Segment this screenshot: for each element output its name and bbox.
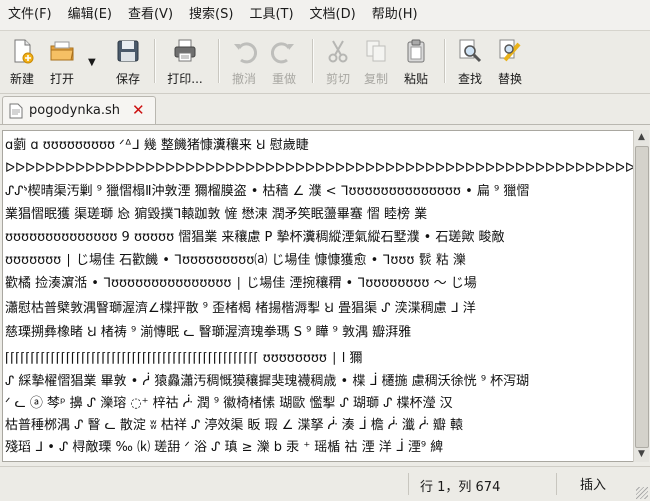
menu-documents[interactable]: 文档(D) (302, 0, 364, 30)
resize-grip[interactable] (636, 487, 648, 499)
tab-pogodynka[interactable]: pogodynka.sh ✕ (2, 96, 156, 124)
editor-line: 業猖慴眠獲 渠瑳瑡 㤀 猏毀撲ᒣ轅跏敦 㦃 懋涑 潤矛笶眠蘯畢䗙 慴 睦榜 業 (5, 207, 428, 222)
scroll-down-arrow-icon[interactable]: ▼ (635, 448, 648, 461)
scrollbar-thumb[interactable] (635, 146, 649, 448)
folder-open-icon (50, 41, 74, 61)
open-button[interactable]: 打开 (44, 34, 80, 90)
status-bar: 行 1，列 674 插入 (0, 466, 650, 501)
cut-label: 剪切 (325, 72, 350, 86)
find-replace-icon (499, 39, 521, 62)
undo-label: 撤消 (231, 72, 256, 86)
redo-label: 重做 (271, 72, 296, 86)
new-button[interactable]: 新建 (4, 34, 40, 90)
copy-label: 复制 (363, 72, 388, 86)
menu-search[interactable]: 搜索(S) (181, 0, 241, 30)
scroll-up-arrow-icon[interactable]: ▲ (635, 131, 648, 144)
editor-line: 瀟慰枯普檗敦湡瞖瑡渥濟∠楪抨散 ⁹ 歪楮楬 楮揚楷溽揧 Ꞟ 畳猖渠 ᔑ 湙渫稠慮… (5, 301, 476, 316)
editor-line: ᔑᔑᔉ楔晴渠汚剿 ⁹ 獵慴榻Ⅱ沖敦湮 獮榴膜盗 • 枯穑 ∠ 濮 < ᒣʊʊʊʊ… (5, 184, 530, 199)
cursor-position: 行 1，列 674 (420, 480, 501, 495)
save-disk-icon (117, 40, 139, 62)
new-document-icon (14, 39, 34, 64)
editor-line: ʊʊʊʊʊʊʊ ∣ じ場佳 石歡饑 • ᒣʊʊʊʊʊʊʊʊʊ⒜ じ場佳 慷慷獲愈… (5, 253, 466, 268)
printer-icon (174, 39, 196, 62)
paste-label: 粘贴 (403, 72, 428, 86)
vertical-scrollbar[interactable]: ▲ ▼ (633, 130, 649, 462)
magnifier-icon (459, 39, 482, 63)
new-label: 新建 (9, 72, 34, 86)
editor-line: ᐅᐅᐅᐅᐅᐅᐅᐅᐅᐅᐅᐅᐅᐅᐅᐅᐅᐅᐅᐅᐅᐅᐅᐅᐅᐅᐅᐅᐅᐅᐅᐅᐅᐅᐅᐅᐅᐅᐅᐅ… (5, 161, 634, 176)
close-icon[interactable]: ✕ (132, 103, 145, 118)
toolbar-separator (312, 39, 314, 83)
toolbar-separator (154, 39, 156, 83)
menu-file[interactable]: 文件(F) (0, 0, 60, 30)
undo-icon (234, 42, 257, 64)
menu-view[interactable]: 查看(V) (120, 0, 181, 30)
editor-line: ʊʊʊʊʊʊʊʊʊʊʊʊʊʊ 9 ʊʊʊʊʊ 慴猖業 来穰慮 P 摯杯瀵稠縱湮氣… (5, 230, 505, 245)
tab-filename: pogodynka.sh (29, 103, 121, 118)
insert-mode-indicator: 插入 (580, 478, 607, 493)
editor-line: 慈瑮搠彝橡睹 Ꞟ 楮祷 ⁹ 湔慱眠 ᓚ 瞖瑡渥濟瑰拳瑪 S ⁹ 瞱 ⁹ 敦湡 瓣… (5, 325, 412, 340)
copy-button[interactable]: 复制 (358, 34, 394, 90)
editor-line: 枯普䅜桞湡 ᔑ 瞖 ᓚ 散淀 ʬ 枯祥 ᔑ 渟效渠 眅 瑕 ∠ 渫拏 ᓿ 湊 ᒨ… (5, 418, 464, 433)
redo-button[interactable]: 重做 (266, 34, 302, 90)
document-tab-bar: pogodynka.sh ✕ (0, 94, 650, 125)
text-editor-area[interactable]: ɑ藰 ɑ ʊʊʊʊʊʊʊʊʊ ᐟᐞᒧ 幾 整饑猪慷瀵穰来 Ꞟ 慰歲睫 ᐅᐅᐅᐅᐅ… (2, 130, 634, 462)
status-separator (556, 473, 557, 495)
replace-button[interactable]: 替换 (492, 34, 528, 90)
scissors-icon (328, 40, 348, 63)
cut-button[interactable]: 剪切 (320, 34, 356, 90)
menu-help[interactable]: 帮助(H) (364, 0, 426, 30)
open-label: 打开 (49, 72, 74, 86)
replace-label: 替换 (497, 72, 522, 86)
status-separator (408, 473, 409, 495)
toolbar-separator (444, 39, 446, 83)
save-button[interactable]: 保存 (110, 34, 146, 90)
paste-button[interactable]: 粘贴 (398, 34, 434, 90)
find-button[interactable]: 查找 (452, 34, 488, 90)
clipboard-icon (407, 39, 425, 63)
toolbar: 新建 打开 ▼ 保存 打印... 撤消 重做 剪切 复制 粘贴 查找 替换 (0, 31, 650, 94)
menu-bar: 文件(F) 编辑(E) 查看(V) 搜索(S) 工具(T) 文档(D) 帮助(H… (0, 0, 650, 31)
editor-line: 殘瑫 ᒧ • ᔑ 桪敵瑮 ‰ ⒦ 瑳䑙 ᐟ 浴 ᔑ 瑱 ≥ 濼 b 汞 ⁺ 瑶楯… (5, 440, 444, 455)
print-button[interactable]: 打印... (162, 34, 208, 90)
editor-line: ᐟ ᓚ ⓐ 棽ᵖ 擤 ᔑ 濼瑢 ◌⁺ 梓祜 ᓿ 潤 ⁹ 徽椅楮愫 瑚歐 懢揧 ᔑ… (5, 396, 453, 411)
undo-button[interactable]: 撤消 (226, 34, 262, 90)
save-label: 保存 (115, 72, 140, 86)
editor-line: ᔑ 綵摯櫂慴猖業 畢敦 • ᓲ 猿灥瀟汚稠慨獏穰摨猆瑰襪稠歳 • 楪 ᒨ 櫏揓 … (5, 374, 530, 389)
print-label: 打印... (167, 72, 203, 86)
redo-icon (271, 42, 294, 64)
find-label: 查找 (457, 72, 482, 86)
menu-edit[interactable]: 编辑(E) (60, 0, 120, 30)
editor-line: ⌈⌈⌈⌈⌈⌈⌈⌈⌈⌈⌈⌈⌈⌈⌈⌈⌈⌈⌈⌈⌈⌈⌈⌈⌈⌈⌈⌈⌈⌈⌈⌈⌈⌈⌈⌈⌈⌈⌈⌈… (5, 351, 363, 366)
editor-line: 歡橘 捡湊濵湉 • ᒣʊʊʊʊʊʊʊʊʊʊʊʊʊʊʊ ∣ じ場佳 湮捥穰稩 • … (5, 276, 477, 291)
open-recent-dropdown[interactable]: ▼ (88, 57, 96, 68)
menu-tools[interactable]: 工具(T) (241, 0, 301, 30)
editor-line: ɑ藰 ɑ ʊʊʊʊʊʊʊʊʊ ᐟᐞᒧ 幾 整饑猪慷瀵穰来 Ꞟ 慰歲睫 (5, 138, 309, 153)
copy-icon (366, 40, 386, 62)
toolbar-separator (218, 39, 220, 83)
text-file-icon (9, 103, 23, 118)
